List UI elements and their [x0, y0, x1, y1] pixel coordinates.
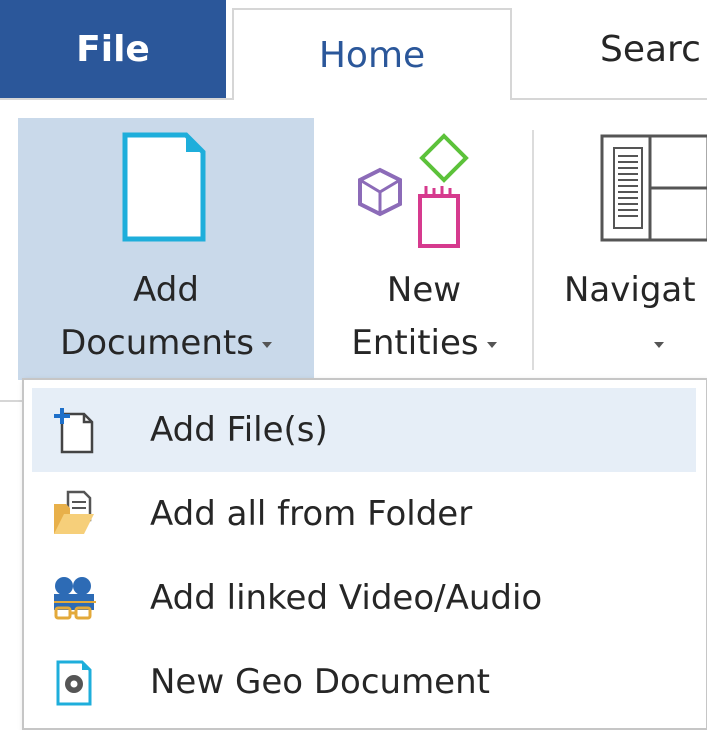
add-file-icon	[54, 408, 94, 454]
menu-item-add-folder[interactable]: Add all from Folder	[32, 472, 696, 556]
add-documents-label-line1: Add	[133, 270, 199, 310]
menu-item-label: Add all from Folder	[150, 494, 473, 534]
add-documents-label-text: Documents	[60, 323, 254, 363]
new-entities-label-line2: Entities	[320, 323, 528, 363]
navigation-label-line1: Navigat	[564, 270, 696, 310]
entities-icon	[358, 133, 469, 248]
menu-item-add-files[interactable]: Add File(s)	[32, 388, 696, 472]
navigation-pane-icon	[600, 134, 707, 242]
chevron-down-icon	[261, 341, 272, 348]
navigation-label-line2	[654, 323, 674, 363]
new-entities-label-text: Entities	[351, 323, 479, 363]
add-documents-menu: Add File(s) Add all from Folder Add link…	[22, 378, 707, 730]
document-icon	[122, 132, 206, 242]
ribbon: Add Documents New Entities Navigat	[0, 100, 707, 400]
folder-icon	[54, 490, 94, 534]
add-documents-button[interactable]: Add Documents	[18, 118, 314, 380]
tab-file[interactable]: File	[0, 0, 226, 98]
menu-item-label: Add linked Video/Audio	[150, 578, 543, 618]
menu-item-label: Add File(s)	[150, 410, 328, 450]
navigation-button[interactable]: Navigat	[544, 118, 707, 380]
geo-document-icon	[56, 660, 92, 706]
video-camera-icon	[54, 577, 96, 620]
menu-item-add-video-audio[interactable]: Add linked Video/Audio	[32, 556, 696, 640]
new-entities-label-line1: New	[386, 270, 462, 310]
chevron-down-icon	[654, 341, 664, 348]
chevron-down-icon	[486, 341, 497, 348]
new-entities-button[interactable]: New Entities	[320, 118, 528, 380]
menu-item-new-geo-document[interactable]: New Geo Document	[32, 640, 696, 724]
tab-home[interactable]: Home	[232, 8, 512, 100]
ribbon-group-separator	[532, 130, 534, 370]
tab-search[interactable]: Searc	[540, 0, 707, 98]
add-documents-label-line2: Documents	[18, 323, 314, 363]
menu-item-label: New Geo Document	[150, 662, 490, 702]
ribbon-bottom-border	[0, 400, 22, 422]
ribbon-tab-strip: File Home Searc	[0, 0, 707, 100]
